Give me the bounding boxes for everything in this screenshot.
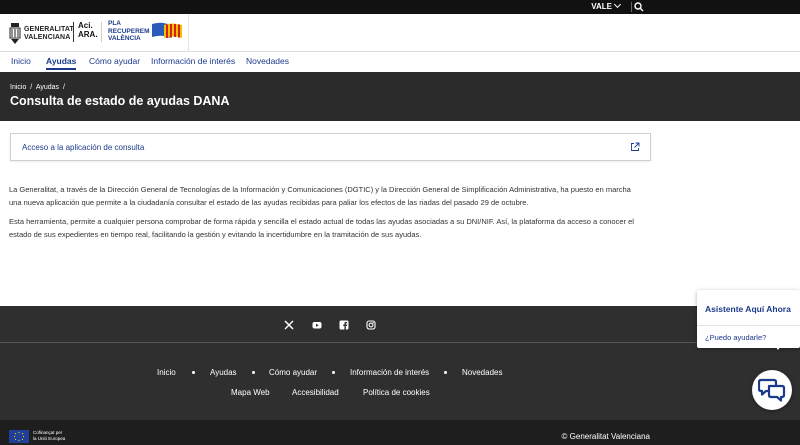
eu-line2: la Unió Europea: [33, 435, 66, 441]
access-card[interactable]: Acceso a la aplicación de consulta: [10, 133, 651, 161]
access-app-link[interactable]: Acceso a la aplicación de consulta: [22, 143, 144, 152]
logo-divider: [73, 22, 74, 42]
nav-item-como-ayudar[interactable]: Cómo ayudar: [89, 56, 140, 66]
pla-line1: PLA: [108, 20, 121, 27]
search-icon[interactable]: [634, 2, 644, 12]
copyright: © Generalitat Valenciana: [561, 432, 650, 441]
chevron-down-icon: [613, 0, 622, 9]
footer-divider: [0, 342, 800, 343]
page-hero: Inicio / Ayudas / Consulta de estado de …: [0, 72, 800, 121]
footer-separator-dot: [332, 371, 335, 374]
footer-link-cookies[interactable]: Política de cookies: [363, 388, 430, 397]
pla-line2: RECUPEREM: [108, 27, 150, 35]
footer-link-mapa-web[interactable]: Mapa Web: [231, 388, 270, 397]
nav-item-informacion[interactable]: Información de interés: [151, 56, 235, 66]
breadcrumb-item-inicio[interactable]: Inicio: [10, 84, 26, 91]
tool-paragraph: Esta herramienta, permite a cualquier pe…: [9, 217, 634, 239]
footer-link-ayudas[interactable]: Ayudas: [210, 368, 237, 377]
nav-item-inicio[interactable]: Inicio: [11, 56, 31, 66]
logo-divider: [101, 22, 102, 42]
footer-bottom-bar: Cofinançat per la Unió Europea © General…: [0, 420, 800, 445]
footer-separator-dot: [192, 371, 195, 374]
assistant-divider: [697, 325, 800, 326]
assistant-title: Asistente Aquí Ahora: [705, 304, 791, 314]
language-label: VALE: [591, 2, 612, 11]
footer-link-como-ayudar[interactable]: Cómo ayudar: [269, 368, 317, 377]
aci-line1: Aci.: [78, 21, 93, 30]
site-footer: Inicio Ayudas Cómo ayudar Información de…: [0, 306, 800, 445]
chat-bubbles-icon: [758, 378, 786, 402]
footer-separator-dot: [252, 371, 255, 374]
instagram-icon[interactable]: [366, 320, 376, 330]
page-title: Consulta de estado de ayudas DANA: [10, 94, 230, 108]
pla-recuperem-logo: PLA RECUPEREM VALÈNCIA: [108, 20, 150, 43]
footer-link-accesibilidad[interactable]: Accesibilidad: [292, 388, 339, 397]
logo-text-line2: VALENCIANA: [24, 34, 71, 41]
footer-separator-dot: [444, 371, 447, 374]
x-icon[interactable]: [284, 320, 294, 330]
eu-cofinancing-text: Cofinançat per la Unió Europea: [33, 430, 65, 441]
breadcrumb-separator: /: [63, 84, 65, 91]
top-bar: VALE: [0, 0, 800, 14]
header-divider: [188, 14, 189, 52]
aci-line2: ARA.: [78, 30, 98, 39]
breadcrumb-separator: /: [30, 84, 33, 91]
chat-button[interactable]: [752, 370, 792, 410]
pla-line3: VALÈNCIA: [108, 35, 141, 42]
crest-icon: [9, 23, 21, 44]
breadcrumb: Inicio / Ayudas /: [10, 84, 67, 91]
topbar-divider: [631, 2, 632, 12]
nav-item-ayudas[interactable]: Ayudas: [46, 56, 77, 70]
panel-pointer-icon: [774, 344, 782, 350]
youtube-icon[interactable]: [312, 320, 322, 330]
aci-ara-logo: Aci. ARA.: [78, 21, 98, 39]
flag-icon: [152, 22, 182, 38]
external-link-icon[interactable]: [630, 142, 640, 152]
footer-link-novedades[interactable]: Novedades: [462, 368, 502, 377]
eu-line1: Cofinançat per: [33, 430, 63, 435]
breadcrumb-item-ayudas[interactable]: Ayudas: [36, 84, 59, 91]
assistant-panel[interactable]: Asistente Aquí Ahora ¿Puedo ayudarle?: [697, 290, 800, 348]
intro-paragraph: La Generalitat, a través de la Dirección…: [9, 185, 631, 207]
eu-flag-icon: [9, 430, 29, 443]
site-header: GENERALITAT VALENCIANA Aci. ARA. PLA REC…: [0, 14, 800, 52]
nav-item-novedades[interactable]: Novedades: [246, 56, 289, 66]
facebook-icon[interactable]: [339, 320, 349, 330]
footer-link-informacion[interactable]: Información de interés: [350, 368, 429, 377]
assistant-prompt-link[interactable]: ¿Puedo ayudarle?: [705, 333, 766, 342]
footer-link-inicio[interactable]: Inicio: [157, 368, 176, 377]
main-nav: Inicio Ayudas Cómo ayudar Información de…: [0, 52, 800, 72]
language-selector[interactable]: VALE: [591, 0, 622, 11]
logo-text-line1: GENERALITAT: [24, 26, 74, 33]
